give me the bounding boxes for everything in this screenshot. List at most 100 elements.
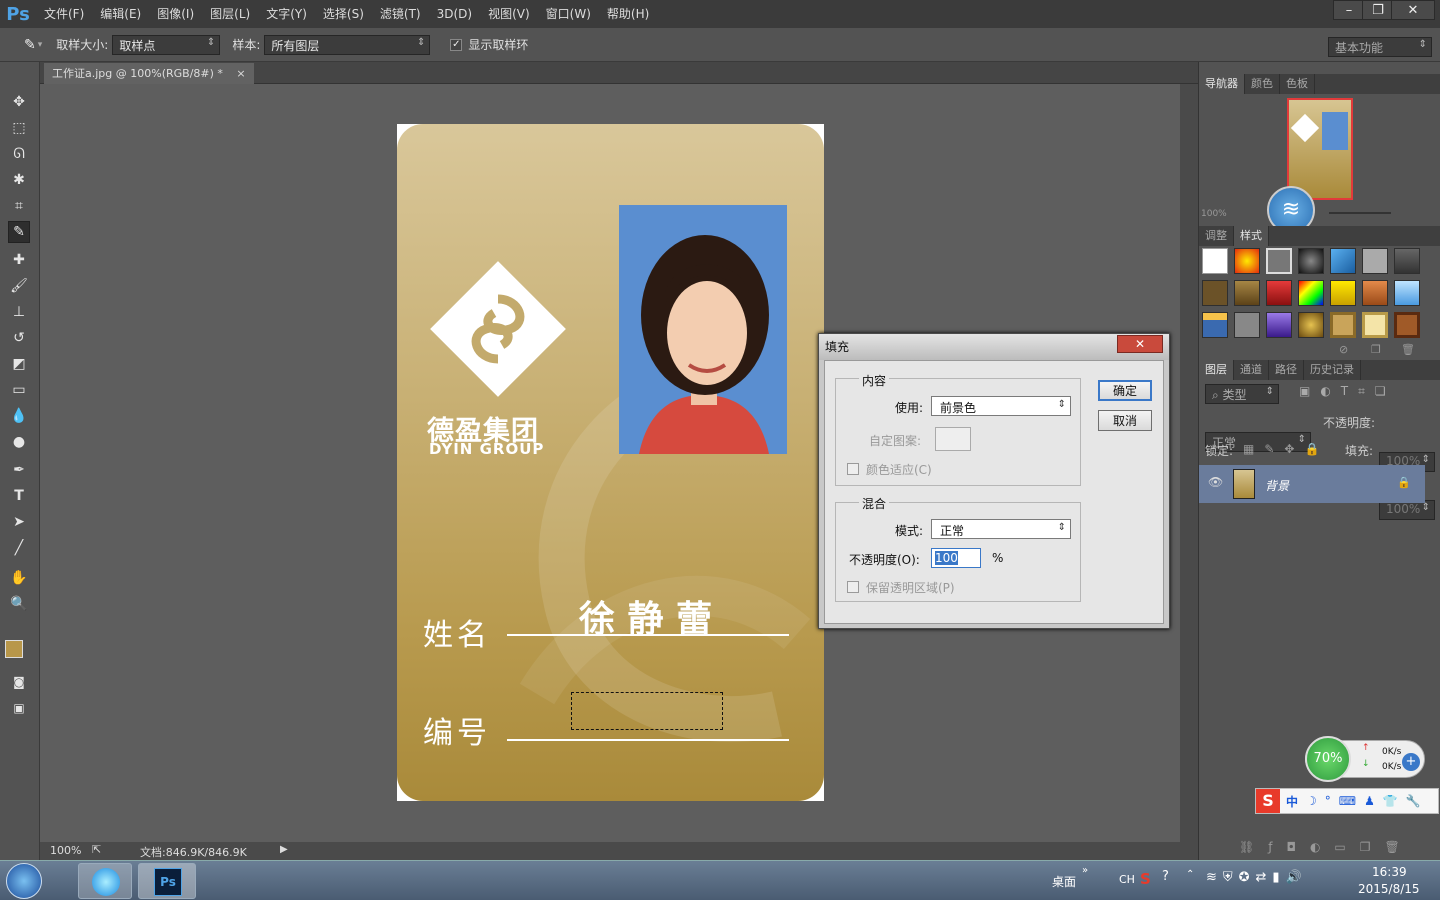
mode-select[interactable]: 正常 bbox=[931, 519, 1071, 539]
style-swatch-2[interactable] bbox=[1266, 248, 1292, 274]
tab-channels[interactable]: 通道 bbox=[1234, 360, 1269, 380]
lasso-tool-icon[interactable]: ᘏ bbox=[8, 143, 30, 165]
new-style-icon[interactable]: ❐ bbox=[1371, 343, 1381, 356]
tab-layers[interactable]: 图层 bbox=[1199, 360, 1234, 380]
screen-mode-icon[interactable]: ▣ bbox=[8, 697, 30, 719]
start-button-icon[interactable] bbox=[6, 863, 42, 899]
close-window-button[interactable]: ✕ bbox=[1391, 0, 1435, 20]
lock-icons[interactable]: ▦✎✥🔒 bbox=[1243, 442, 1329, 456]
style-swatch-4[interactable] bbox=[1330, 248, 1356, 274]
style-none-swatch[interactable] bbox=[1202, 248, 1228, 274]
clock-date[interactable]: 2015/8/15 bbox=[1358, 882, 1420, 896]
path-select-tool-icon[interactable]: ➤ bbox=[8, 511, 30, 533]
healing-tool-icon[interactable]: ✚ bbox=[8, 249, 30, 271]
toolbar-expand-icon[interactable]: » bbox=[1082, 865, 1088, 876]
zoom-tool-icon[interactable]: 🔍 bbox=[8, 593, 30, 615]
style-swatch-12[interactable] bbox=[1362, 280, 1388, 306]
layer-filter-select[interactable]: ⌕ 类型 bbox=[1205, 384, 1279, 404]
sogou-tray-icon[interactable]: S bbox=[1140, 870, 1151, 888]
style-swatch-10[interactable] bbox=[1298, 280, 1324, 306]
tool-preset-arrow-icon[interactable]: ▾ bbox=[38, 40, 43, 50]
memory-percent-badge[interactable]: 70% bbox=[1305, 736, 1351, 782]
menu-help[interactable]: 帮助(H) bbox=[599, 0, 657, 28]
help-tray-icon[interactable]: ? bbox=[1162, 869, 1169, 884]
style-swatch-8[interactable] bbox=[1234, 280, 1260, 306]
pen-tool-icon[interactable]: ✒ bbox=[8, 459, 30, 481]
tab-swatches[interactable]: 色板 bbox=[1280, 74, 1315, 94]
use-select[interactable]: 前景色 bbox=[931, 396, 1071, 416]
quick-mask-icon[interactable]: ◙ bbox=[8, 671, 30, 693]
desktop-toolbar-label[interactable]: 桌面 bbox=[1052, 873, 1076, 890]
style-swatch-1[interactable] bbox=[1234, 248, 1260, 274]
tab-styles[interactable]: 样式 bbox=[1234, 226, 1269, 246]
style-swatch-5[interactable] bbox=[1362, 248, 1388, 274]
tray-expand-icon[interactable]: ⌃ bbox=[1186, 869, 1194, 880]
show-ring-checkbox[interactable]: ✓ bbox=[450, 38, 463, 51]
marquee-selection[interactable] bbox=[571, 692, 723, 730]
workspace-select[interactable]: 基本功能 bbox=[1328, 37, 1432, 57]
layer-visibility-icon[interactable]: 👁 bbox=[1208, 475, 1223, 489]
menu-view[interactable]: 视图(V) bbox=[480, 0, 538, 28]
menu-3d[interactable]: 3D(D) bbox=[429, 0, 480, 28]
add-icon[interactable]: + bbox=[1402, 753, 1420, 771]
layer-row-background[interactable]: 👁 背景 🔒 bbox=[1199, 465, 1425, 503]
minimize-button[interactable]: – bbox=[1333, 0, 1365, 20]
layers-footer-icons[interactable]: ⛓ƒ◘◐▭❐🗑 bbox=[1199, 840, 1440, 860]
custom-pattern-picker[interactable] bbox=[935, 427, 971, 451]
style-swatch-15[interactable] bbox=[1234, 312, 1260, 338]
tab-navigator[interactable]: 导航器 bbox=[1199, 74, 1245, 94]
style-swatch-9[interactable] bbox=[1266, 280, 1292, 306]
ime-tool-icons[interactable]: ☽°⌨♟👕🔧 bbox=[1306, 794, 1429, 808]
language-indicator[interactable]: CH bbox=[1119, 873, 1135, 886]
document-tab[interactable]: 工作证a.jpg @ 100%(RGB/8#) * × bbox=[44, 63, 254, 84]
navigator-thumbnail[interactable] bbox=[1287, 98, 1353, 200]
style-swatch-7[interactable] bbox=[1202, 280, 1228, 306]
style-swatch-13[interactable] bbox=[1394, 280, 1420, 306]
eyedropper-icon[interactable]: ✎ bbox=[24, 37, 36, 53]
gradient-tool-icon[interactable]: ▭ bbox=[8, 379, 30, 401]
style-swatch-3[interactable] bbox=[1298, 248, 1324, 274]
stamp-tool-icon[interactable]: ⊥ bbox=[8, 301, 30, 323]
export-icon[interactable]: ⇱ bbox=[92, 843, 101, 856]
menu-window[interactable]: 窗口(W) bbox=[538, 0, 599, 28]
menu-edit[interactable]: 编辑(E) bbox=[92, 0, 149, 28]
taskbar-photoshop-app[interactable]: Ps bbox=[138, 863, 196, 899]
layer-name[interactable]: 背景 bbox=[1265, 477, 1289, 494]
status-menu-arrow-icon[interactable]: ▶ bbox=[280, 844, 288, 855]
move-tool-icon[interactable]: ✥ bbox=[8, 91, 30, 113]
menu-layer[interactable]: 图层(L) bbox=[202, 0, 258, 28]
crop-tool-icon[interactable]: ⌗ bbox=[8, 195, 30, 217]
delete-style-icon[interactable]: 🗑 bbox=[1401, 343, 1415, 356]
style-swatch-18[interactable] bbox=[1330, 312, 1356, 338]
sample-select[interactable]: 所有图层 bbox=[264, 34, 431, 55]
document-tab-close-icon[interactable]: × bbox=[236, 67, 245, 80]
type-tool-icon[interactable]: T bbox=[8, 485, 30, 507]
zoom-level[interactable]: 100% bbox=[50, 844, 81, 857]
menu-filter[interactable]: 滤镜(T) bbox=[372, 0, 429, 28]
restore-button[interactable]: ❐ bbox=[1362, 0, 1394, 20]
navigator-zoom-slider[interactable] bbox=[1329, 212, 1391, 214]
style-swatch-14[interactable] bbox=[1202, 312, 1228, 338]
brush-tool-icon[interactable]: 🖌 bbox=[8, 275, 30, 297]
taskbar-browser-app[interactable] bbox=[78, 863, 132, 899]
color-adapt-checkbox[interactable] bbox=[847, 463, 859, 475]
ime-toolbar[interactable]: S 中 ☽°⌨♟👕🔧 bbox=[1255, 788, 1439, 814]
hand-tool-icon[interactable]: ✋ bbox=[8, 567, 30, 589]
style-swatch-11[interactable] bbox=[1330, 280, 1356, 306]
vertical-scrollbar[interactable] bbox=[1180, 84, 1198, 842]
cancel-button[interactable]: 取消 bbox=[1098, 410, 1152, 431]
menu-file[interactable]: 文件(F) bbox=[36, 0, 92, 28]
style-swatch-19[interactable] bbox=[1362, 312, 1388, 338]
menu-type[interactable]: 文字(Y) bbox=[258, 0, 315, 28]
marquee-tool-icon[interactable]: ⬚ bbox=[8, 117, 30, 139]
menu-image[interactable]: 图像(I) bbox=[149, 0, 202, 28]
clock-time[interactable]: 16:39 bbox=[1372, 865, 1407, 879]
tab-paths[interactable]: 路径 bbox=[1269, 360, 1304, 380]
layer-fill-input[interactable]: 100% bbox=[1379, 500, 1435, 520]
tab-history[interactable]: 历史记录 bbox=[1304, 360, 1361, 380]
opacity-input[interactable]: 100 bbox=[931, 548, 981, 568]
ime-mode[interactable]: 中 bbox=[1286, 793, 1298, 810]
history-brush-icon[interactable]: ↺ bbox=[8, 327, 30, 349]
ok-button[interactable]: 确定 bbox=[1098, 380, 1152, 401]
clear-style-icon[interactable]: ⊘ bbox=[1339, 343, 1348, 356]
